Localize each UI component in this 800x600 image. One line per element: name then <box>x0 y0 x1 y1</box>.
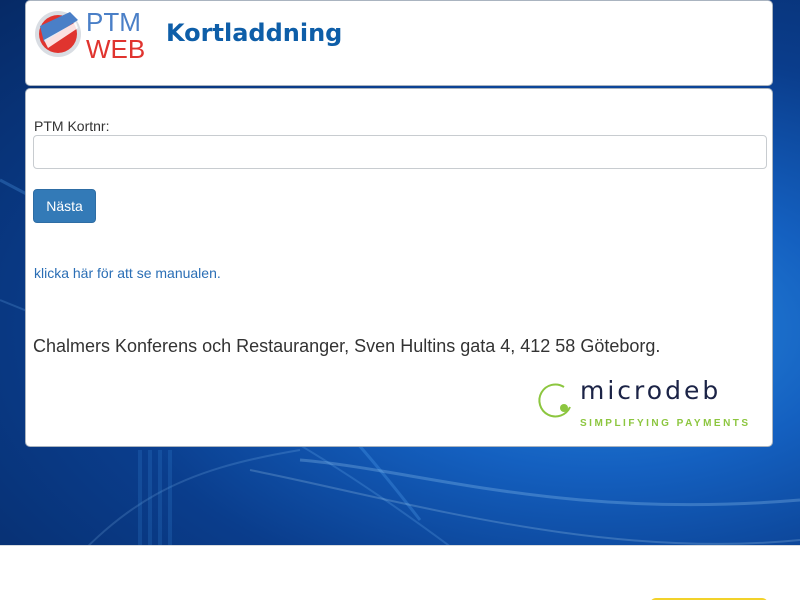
footer-band <box>0 545 800 600</box>
microdeb-logo-icon <box>538 383 571 418</box>
card-number-label: PTM Kortnr: <box>34 118 110 134</box>
logo-text-ptm: PTM <box>86 7 141 37</box>
logo-text-web: WEB <box>86 34 145 62</box>
microdeb-wordmark: microdeb <box>580 379 721 405</box>
microdeb-logo: microdeb SIMPLIFYING PAYMENTS <box>538 379 751 429</box>
microdeb-tagline: SIMPLIFYING PAYMENTS <box>580 418 751 429</box>
manual-link[interactable]: klicka här för att se manualen. <box>34 265 221 281</box>
page-title: Kortladdning <box>166 19 343 47</box>
address-text: Chalmers Konferens och Restauranger, Sve… <box>33 336 661 356</box>
main-panel: PTM Kortnr: Nästa klicka här för att se … <box>25 88 773 447</box>
ptm-logo-icon <box>35 11 81 57</box>
header-panel: PTM WEB Kortladdning <box>25 0 773 86</box>
ptm-web-logo: PTM WEB <box>35 7 145 62</box>
card-number-input[interactable] <box>33 135 767 169</box>
next-button[interactable]: Nästa <box>33 189 96 223</box>
